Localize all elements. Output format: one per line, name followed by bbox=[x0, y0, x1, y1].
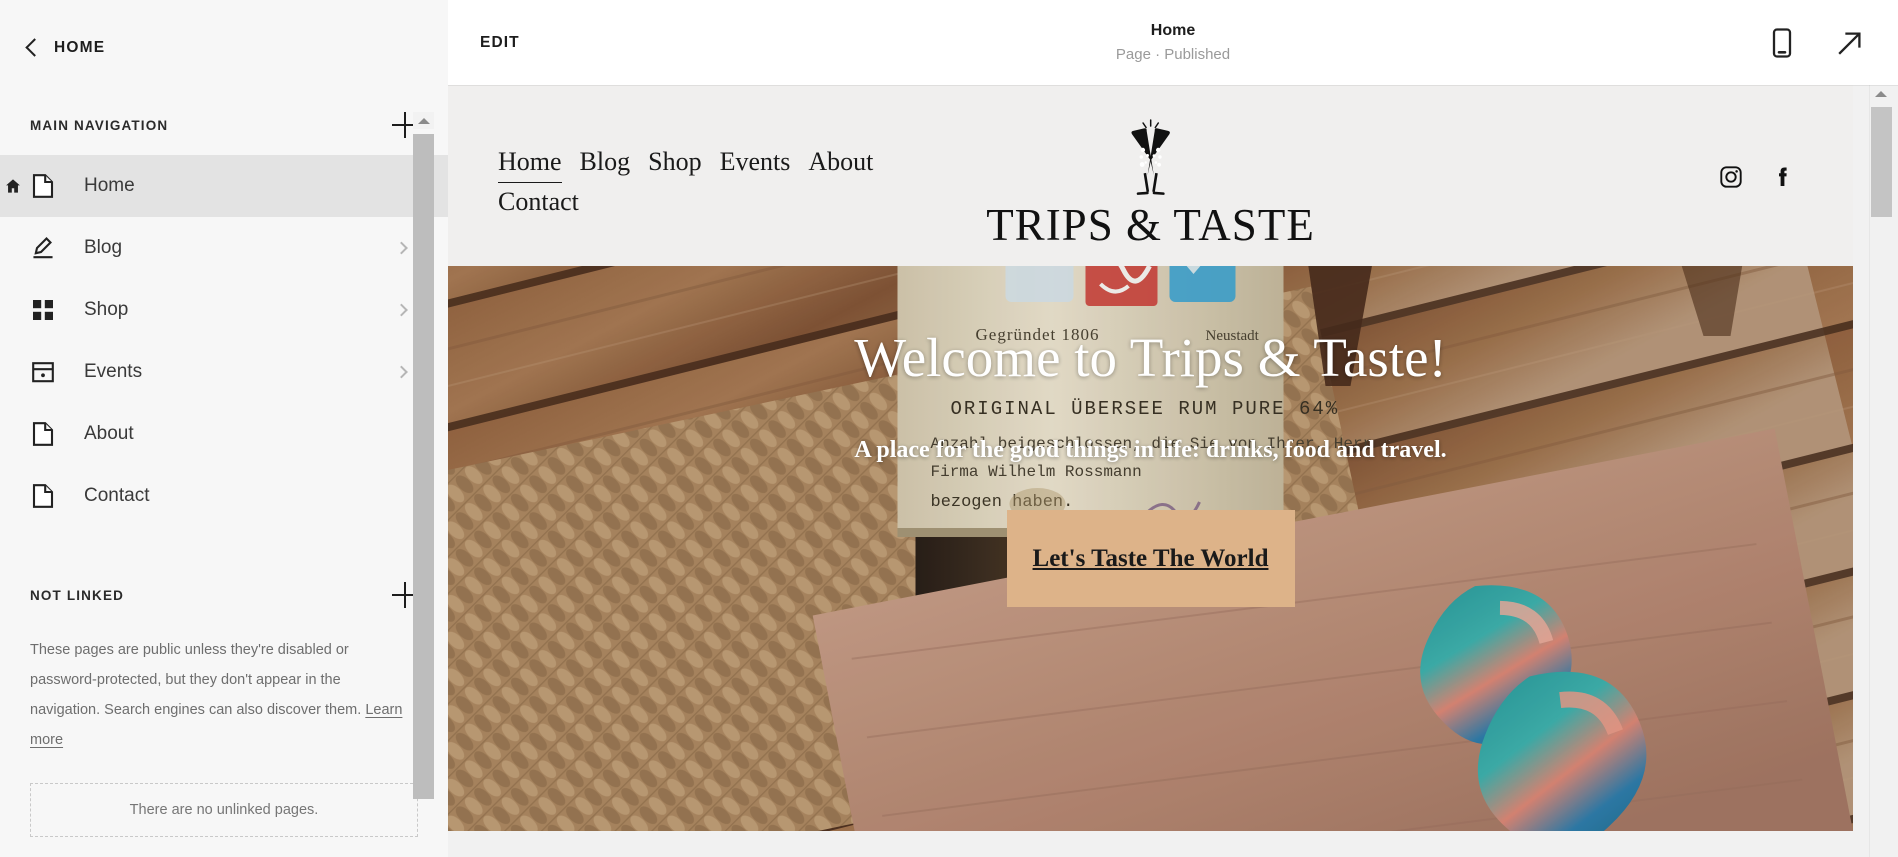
sidebar-item-contact[interactable]: Contact bbox=[0, 465, 448, 527]
grid-icon bbox=[30, 297, 56, 323]
site-nav-events[interactable]: Events bbox=[720, 143, 791, 183]
home-indicator-icon bbox=[4, 177, 22, 195]
sidebar-item-label: Shop bbox=[84, 299, 129, 320]
chevron-right-icon[interactable] bbox=[397, 244, 406, 253]
back-to-home-button[interactable]: HOME bbox=[0, 0, 448, 95]
sidebar-scrollbar-thumb[interactable] bbox=[413, 134, 434, 799]
sidebar-item-label: Home bbox=[84, 175, 135, 196]
page-icon bbox=[30, 173, 56, 199]
page-status: Page · Published bbox=[1115, 45, 1231, 63]
preview-scrollbar[interactable] bbox=[1870, 85, 1892, 857]
site-logo-wordmark: TRIPS & TASTE bbox=[986, 200, 1315, 250]
preview-title-block: Home Page · Published bbox=[448, 0, 1898, 85]
sidebar-item-label: Events bbox=[84, 361, 143, 382]
scroll-up-arrow-icon[interactable] bbox=[413, 112, 434, 129]
preview-toolbar: EDIT Home Page · Published bbox=[448, 0, 1898, 85]
sidebar-item-label: About bbox=[84, 423, 134, 444]
sidebar-item-events[interactable]: Events bbox=[0, 341, 448, 403]
page-icon bbox=[30, 421, 56, 447]
page-preview-panel: EDIT Home Page · Published Home Blog Sho… bbox=[448, 0, 1898, 857]
site-nav-about[interactable]: About bbox=[808, 143, 873, 183]
chevron-right-icon[interactable] bbox=[397, 306, 406, 315]
preview-scrollbar-thumb[interactable] bbox=[1871, 107, 1892, 217]
site-nav-contact[interactable]: Contact bbox=[498, 183, 579, 221]
sidebar-item-blog[interactable]: Blog bbox=[0, 217, 448, 279]
mobile-preview-icon[interactable] bbox=[1770, 27, 1794, 58]
not-linked-title: NOT LINKED bbox=[30, 587, 124, 603]
sidebar-scrollbar[interactable] bbox=[413, 112, 434, 857]
page-icon bbox=[30, 483, 56, 509]
champagne-glasses-icon bbox=[1109, 117, 1193, 206]
sidebar-item-about[interactable]: About bbox=[0, 403, 448, 465]
page-title: Home bbox=[1150, 21, 1196, 39]
chevron-left-icon bbox=[24, 40, 40, 56]
chevron-right-icon[interactable] bbox=[397, 368, 406, 377]
pen-icon bbox=[30, 235, 56, 261]
hero-content: Welcome to Trips & Taste! A place for th… bbox=[448, 266, 1853, 831]
calendar-icon bbox=[30, 359, 56, 385]
sidebar-item-label: Blog bbox=[84, 237, 123, 258]
preview-toolbar-actions bbox=[1770, 27, 1864, 58]
main-navigation-list: Home Blog Shop Events About Contact bbox=[0, 155, 448, 527]
site-logo[interactable]: TRIPS & TASTE bbox=[986, 117, 1315, 250]
site-header: Home Blog Shop Events About Contact TRIP… bbox=[448, 85, 1853, 266]
sidebar-item-shop[interactable]: Shop bbox=[0, 279, 448, 341]
hero-cta-button[interactable]: Let's Taste The World bbox=[1006, 510, 1295, 607]
sidebar-item-label: Contact bbox=[84, 485, 150, 506]
sidebar-item-home[interactable]: Home bbox=[0, 155, 448, 217]
site-nav-shop[interactable]: Shop bbox=[648, 143, 701, 183]
main-navigation-title: MAIN NAVIGATION bbox=[30, 117, 169, 133]
back-label: HOME bbox=[54, 38, 106, 56]
site-nav-blog[interactable]: Blog bbox=[580, 143, 631, 183]
facebook-icon[interactable] bbox=[1771, 165, 1795, 189]
not-linked-header: NOT LINKED bbox=[0, 565, 448, 625]
unlinked-empty-state: There are no unlinked pages. bbox=[30, 783, 418, 837]
hero-subtitle: A place for the good things in life: dri… bbox=[854, 437, 1447, 463]
open-external-icon[interactable] bbox=[1836, 29, 1864, 57]
site-preview-frame: Home Blog Shop Events About Contact TRIP… bbox=[448, 85, 1853, 857]
instagram-icon[interactable] bbox=[1719, 165, 1743, 189]
site-navigation: Home Blog Shop Events About Contact bbox=[498, 143, 928, 221]
edit-button[interactable]: EDIT bbox=[480, 34, 520, 52]
not-linked-description-text: These pages are public unless they're di… bbox=[30, 642, 362, 718]
site-nav-home[interactable]: Home bbox=[498, 143, 562, 183]
unlinked-empty-message: There are no unlinked pages. bbox=[129, 802, 319, 818]
not-linked-description: These pages are public unless they're di… bbox=[0, 625, 448, 755]
main-navigation-header: MAIN NAVIGATION bbox=[0, 95, 448, 155]
preview-scroll-up-arrow-icon[interactable] bbox=[1870, 85, 1892, 103]
pages-sidebar: HOME MAIN NAVIGATION Home Blog Shop Even… bbox=[0, 0, 448, 857]
editor-root: HOME MAIN NAVIGATION Home Blog Shop Even… bbox=[0, 0, 1898, 857]
hero-title: Welcome to Trips & Taste! bbox=[854, 327, 1447, 388]
hero-section: Gegründet 1806 Neustadt ORIGINAL ÜBERSEE… bbox=[448, 266, 1853, 831]
site-social-links bbox=[1719, 165, 1795, 189]
